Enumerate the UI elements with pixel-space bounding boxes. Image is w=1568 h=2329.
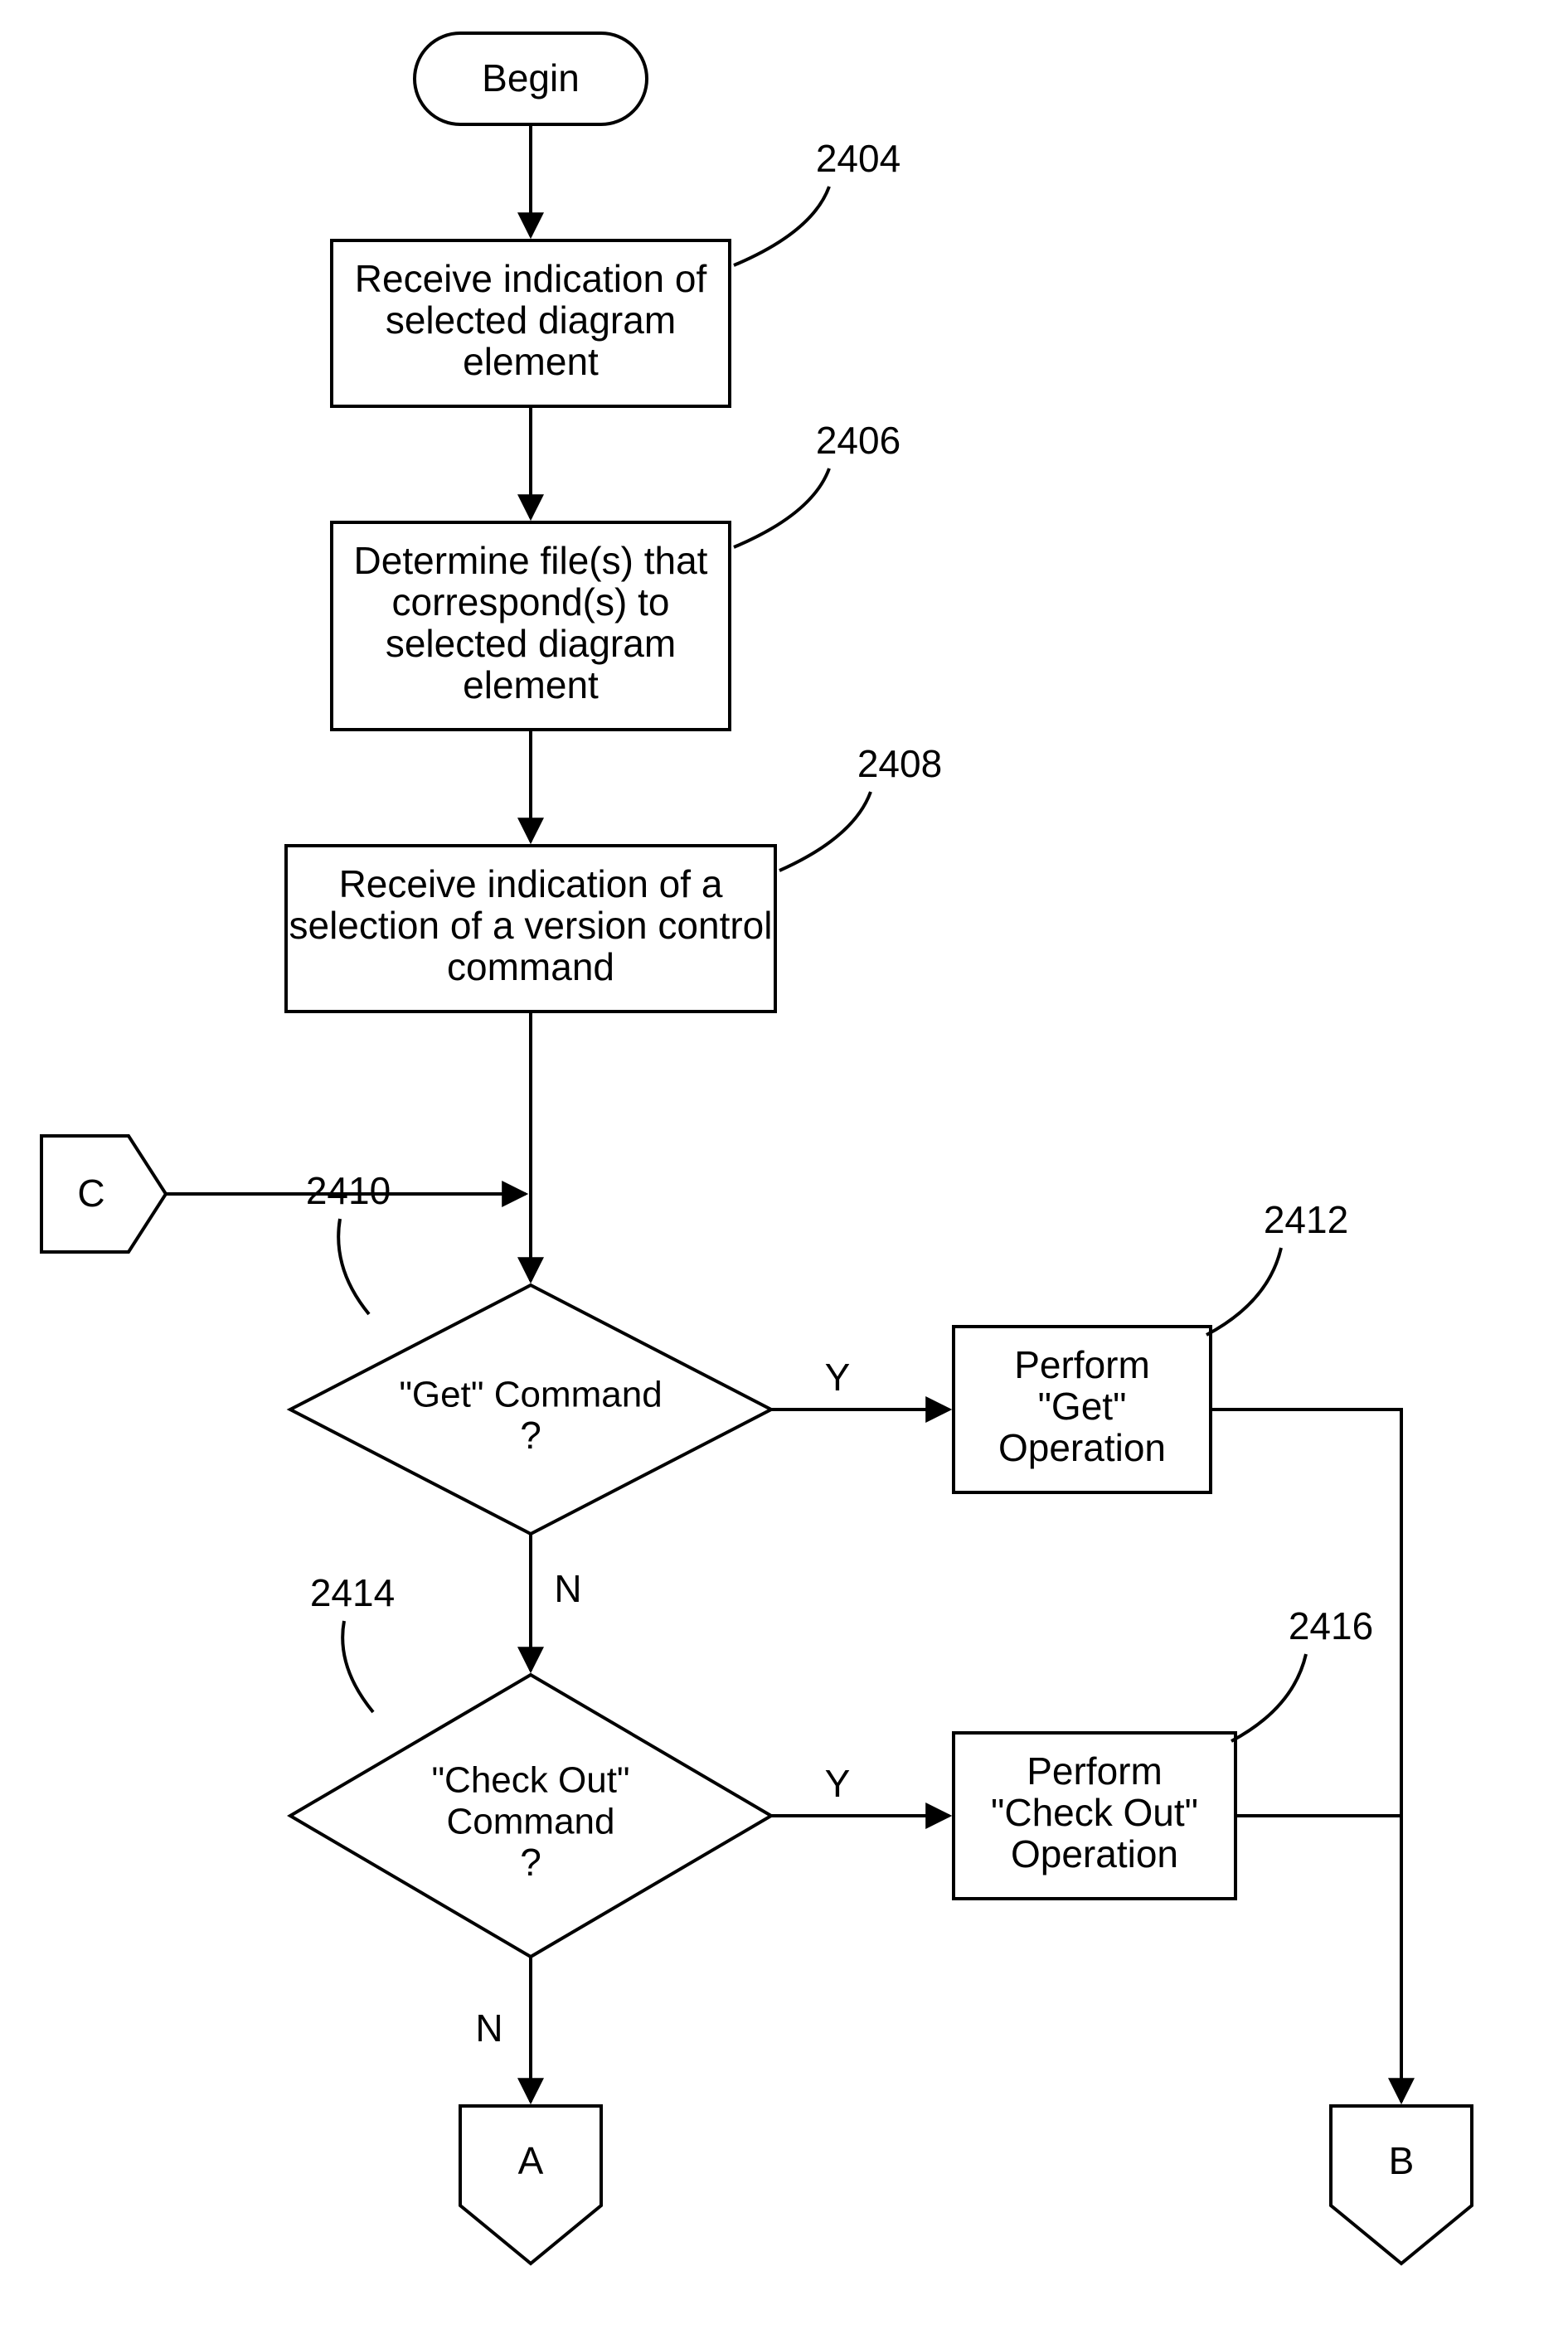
ref-2404: 2404 (816, 137, 901, 180)
decision-2410: "Get" Command ? (290, 1285, 771, 1534)
svg-text:element: element (463, 340, 599, 383)
ref-2416: 2416 (1289, 1604, 1373, 1647)
svg-text:selected diagram: selected diagram (386, 298, 676, 342)
svg-text:"Check Out": "Check Out" (991, 1791, 1198, 1834)
ref-2408: 2408 (857, 742, 942, 785)
offpage-connector-b: B (1331, 2106, 1472, 2263)
svg-text:"Check Out": "Check Out" (431, 1760, 629, 1801)
svg-text:command: command (447, 945, 614, 988)
callout-2408 (779, 792, 871, 871)
edge-2414-n-label: N (475, 2006, 502, 2050)
svg-text:Operation: Operation (998, 1426, 1166, 1469)
begin-label: Begin (482, 56, 580, 99)
svg-text:"Get": "Get" (1038, 1385, 1127, 1428)
process-2406: Determine file(s) that correspond(s) to … (332, 522, 730, 730)
svg-text:"Get" Command: "Get" Command (399, 1375, 662, 1415)
begin-terminator: Begin (415, 33, 647, 124)
ref-2412: 2412 (1264, 1198, 1348, 1241)
process-2412: Perform "Get" Operation (954, 1327, 1211, 1492)
svg-text:selected diagram: selected diagram (386, 622, 676, 665)
edge-2414-y-label: Y (825, 1762, 851, 1805)
process-2404: Receive indication of selected diagram e… (332, 240, 730, 406)
svg-text:?: ? (520, 1841, 541, 1884)
svg-text:Receive indication of: Receive indication of (355, 257, 707, 300)
svg-text:Perform: Perform (1014, 1343, 1150, 1386)
process-2416: Perform "Check Out" Operation (954, 1733, 1235, 1899)
ref-2414: 2414 (310, 1571, 395, 1614)
svg-text:element: element (463, 663, 599, 706)
offpage-connector-a: A (460, 2106, 601, 2263)
connector-b-label: B (1389, 2139, 1415, 2182)
callout-2410 (338, 1219, 369, 1314)
svg-text:?: ? (520, 1414, 541, 1457)
connector-c-label: C (77, 1172, 104, 1215)
svg-text:Operation: Operation (1011, 1832, 1178, 1875)
connector-a-label: A (518, 2139, 544, 2182)
edge-2410-y-label: Y (825, 1356, 851, 1399)
ref-2406: 2406 (816, 419, 901, 462)
svg-text:Command: Command (447, 1802, 615, 1842)
callout-2412 (1206, 1248, 1281, 1335)
edge-2412-b (1211, 1410, 1401, 2102)
svg-text:Receive indication of a: Receive indication of a (339, 862, 723, 905)
svg-text:correspond(s) to: correspond(s) to (392, 580, 670, 623)
ref-2410: 2410 (306, 1169, 391, 1212)
offpage-connector-c: C (41, 1136, 166, 1252)
decision-2414: "Check Out" Command ? (290, 1675, 771, 1957)
callout-2414 (342, 1621, 373, 1712)
edge-2410-n-label: N (554, 1567, 581, 1610)
process-2408: Receive indication of a selection of a v… (286, 846, 775, 1012)
svg-text:Perform: Perform (1027, 1749, 1163, 1793)
svg-text:Determine file(s) that: Determine file(s) that (354, 539, 708, 582)
callout-2404 (734, 187, 829, 265)
callout-2406 (734, 468, 829, 547)
svg-text:selection of a version control: selection of a version control (289, 904, 773, 947)
callout-2416 (1231, 1654, 1306, 1741)
